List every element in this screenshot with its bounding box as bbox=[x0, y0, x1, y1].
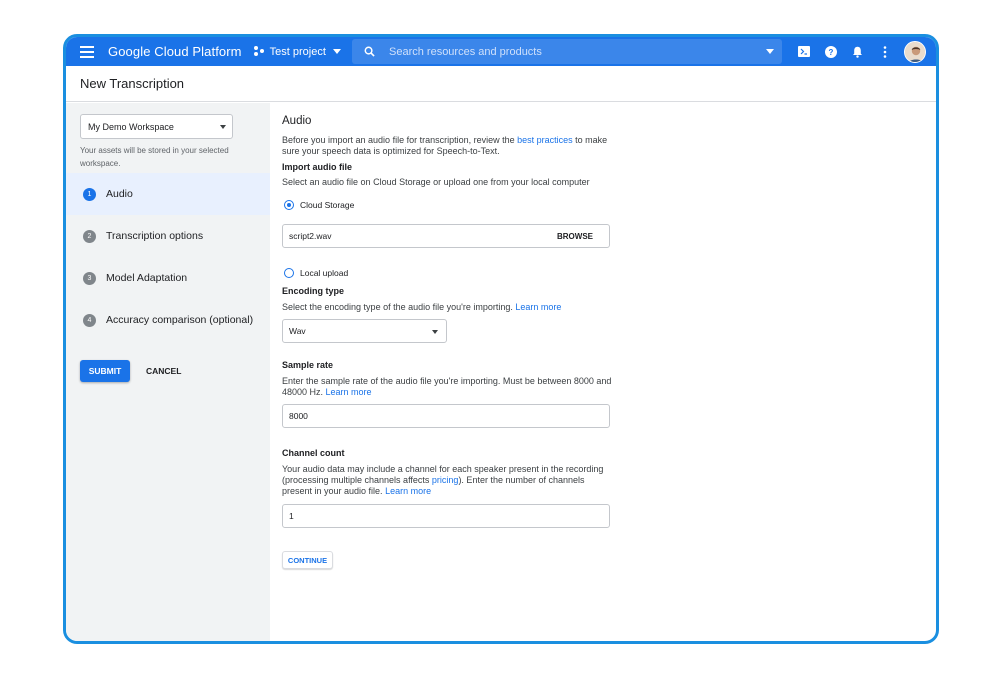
sidebar: My Demo Workspace Your assets will be st… bbox=[66, 103, 270, 641]
step-number: 4 bbox=[83, 313, 96, 327]
encoding-description: Select the encoding type of the audio fi… bbox=[282, 302, 617, 313]
intro-text-start: Before you import an audio file for tran… bbox=[282, 135, 518, 145]
step-accuracy-comparison[interactable]: 4 Accuracy comparison (optional) bbox=[66, 299, 270, 341]
sample-rate-learn-more-link[interactable]: Learn more bbox=[326, 387, 372, 397]
step-number: 3 bbox=[83, 271, 96, 285]
best-practices-link[interactable]: best practices bbox=[517, 135, 573, 145]
radio-unselected-icon bbox=[284, 268, 294, 278]
section-title: Audio bbox=[282, 115, 312, 127]
chevron-down-icon bbox=[220, 125, 226, 129]
project-selector[interactable]: Test project bbox=[253, 45, 341, 58]
help-button[interactable]: ? bbox=[817, 37, 844, 66]
step-label: Accuracy comparison (optional) bbox=[106, 314, 254, 326]
workspace-select[interactable]: My Demo Workspace bbox=[80, 114, 233, 139]
channel-learn-more-link[interactable]: Learn more bbox=[385, 486, 431, 496]
radio-selected-icon bbox=[284, 200, 294, 210]
channel-count-field bbox=[282, 504, 610, 528]
channel-count-label: Channel count bbox=[282, 448, 345, 458]
audio-form: Audio Before you import an audio file fo… bbox=[282, 103, 642, 641]
radio-local-upload[interactable]: Local upload bbox=[284, 268, 348, 278]
sample-rate-input[interactable] bbox=[283, 405, 609, 427]
encoding-label: Encoding type bbox=[282, 286, 345, 296]
sidebar-actions: SUBMIT CANCEL bbox=[80, 360, 181, 382]
step-label: Transcription options bbox=[106, 230, 204, 242]
continue-button[interactable]: CONTINUE bbox=[282, 551, 333, 569]
sample-rate-field bbox=[282, 404, 610, 428]
top-bar: Google Cloud Platform Test project ? bbox=[66, 37, 936, 66]
page-title: New Transcription bbox=[80, 76, 185, 91]
encoding-description-text: Select the encoding type of the audio fi… bbox=[282, 302, 516, 312]
cancel-button[interactable]: CANCEL bbox=[146, 366, 181, 376]
channel-count-input[interactable] bbox=[283, 505, 609, 527]
radio-label: Cloud Storage bbox=[300, 200, 355, 210]
channel-count-description: Your audio data may include a channel fo… bbox=[282, 464, 617, 497]
workspace-value: My Demo Workspace bbox=[88, 121, 174, 132]
encoding-value: Wav bbox=[289, 326, 306, 336]
search-expand-icon[interactable] bbox=[766, 49, 774, 54]
terminal-icon bbox=[797, 46, 810, 57]
step-number: 2 bbox=[83, 229, 96, 243]
sample-rate-label: Sample rate bbox=[282, 360, 334, 370]
top-bar-actions: ? bbox=[790, 37, 926, 66]
cloud-storage-file-field: BROWSE bbox=[282, 224, 610, 248]
project-name: Test project bbox=[269, 45, 326, 58]
more-options-button[interactable] bbox=[871, 37, 898, 66]
search-icon bbox=[364, 46, 375, 57]
app-frame: Google Cloud Platform Test project ? bbox=[63, 34, 939, 644]
stepper: 1 Audio 2 Transcription options 3 Model … bbox=[66, 173, 270, 341]
sample-rate-description: Enter the sample rate of the audio file … bbox=[282, 376, 617, 398]
step-label: Audio bbox=[106, 188, 133, 200]
workspace-note: Your assets will be stored in your selec… bbox=[80, 146, 229, 168]
step-audio[interactable]: 1 Audio bbox=[66, 173, 270, 215]
page-header: New Transcription bbox=[66, 66, 936, 102]
bell-icon bbox=[853, 46, 862, 58]
chevron-down-icon bbox=[332, 49, 341, 54]
chevron-down-icon bbox=[432, 330, 438, 334]
brand-title[interactable]: Google Cloud Platform bbox=[108, 44, 242, 59]
submit-button[interactable]: SUBMIT bbox=[80, 360, 130, 382]
step-number: 1 bbox=[83, 187, 96, 201]
cloud-shell-button[interactable] bbox=[790, 37, 817, 66]
svg-text:?: ? bbox=[828, 48, 833, 57]
project-dots-icon bbox=[253, 46, 265, 57]
step-transcription-options[interactable]: 2 Transcription options bbox=[66, 215, 270, 257]
search-input[interactable] bbox=[389, 45, 749, 58]
hamburger-menu-icon[interactable] bbox=[80, 45, 94, 58]
import-label: Import audio file bbox=[282, 162, 353, 172]
radio-label: Local upload bbox=[300, 268, 349, 278]
import-description: Select an audio file on Cloud Storage or… bbox=[282, 177, 590, 187]
pricing-link[interactable]: pricing bbox=[432, 475, 459, 485]
avatar[interactable] bbox=[904, 40, 926, 63]
help-icon: ? bbox=[824, 45, 837, 58]
encoding-select[interactable]: Wav bbox=[282, 319, 447, 343]
step-model-adaptation[interactable]: 3 Model Adaptation bbox=[66, 257, 270, 299]
intro-text: Before you import an audio file for tran… bbox=[282, 135, 617, 157]
more-vert-icon bbox=[883, 45, 886, 58]
user-avatar-icon bbox=[905, 41, 925, 62]
search-bar[interactable] bbox=[352, 39, 782, 64]
step-label: Model Adaptation bbox=[106, 272, 188, 284]
encoding-learn-more-link[interactable]: Learn more bbox=[515, 302, 561, 312]
notifications-button[interactable] bbox=[844, 37, 871, 66]
radio-cloud-storage[interactable]: Cloud Storage bbox=[284, 200, 354, 210]
browse-button[interactable]: BROWSE bbox=[557, 232, 593, 241]
